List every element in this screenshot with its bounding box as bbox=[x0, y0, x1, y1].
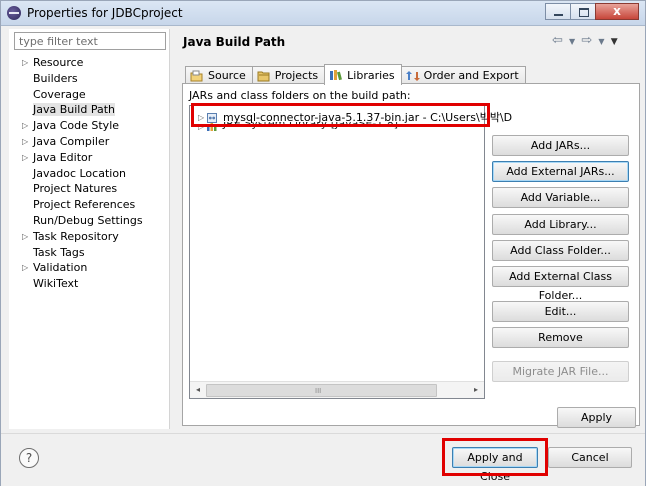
tree-item-label: Validation bbox=[33, 261, 88, 275]
tree-item-label: Java Build Path bbox=[33, 103, 116, 117]
property-page: Java Build Path ⇦ ▼ ⇨ ▼ ▼ Source Project… bbox=[177, 29, 645, 433]
horizontal-scrollbar[interactable]: ◂ III ▸ bbox=[190, 381, 484, 398]
cancel-button[interactable]: Cancel bbox=[548, 447, 632, 468]
minimize-button[interactable] bbox=[545, 3, 571, 20]
add-external-class-folder-button[interactable]: Add External Class Folder... bbox=[492, 266, 629, 302]
category-panel: ▷ Resource Builders Coverage Java Build Path… bbox=[9, 29, 170, 429]
scrollbar-thumb[interactable]: III bbox=[206, 384, 437, 397]
tree-item[interactable]: ▷ Java Compiler bbox=[9, 134, 169, 150]
order-export-icon bbox=[405, 70, 420, 82]
scroll-grip-icon: III bbox=[315, 387, 322, 395]
tree-item[interactable]: Javadoc Location bbox=[9, 166, 169, 182]
libraries-panel: JARs and class folders on the build path… bbox=[182, 83, 640, 426]
tree-item[interactable]: Java Build Path bbox=[9, 102, 169, 118]
tree-item[interactable]: Run/Debug Settings bbox=[9, 213, 169, 229]
build-path-tabs: Source Projects Libraries Order and Expo… bbox=[185, 64, 526, 85]
filter-input[interactable] bbox=[14, 32, 166, 50]
tab-projects-label: Projects bbox=[274, 69, 319, 82]
libraries-icon bbox=[329, 69, 343, 81]
tree-item-label: Run/Debug Settings bbox=[33, 213, 143, 227]
add-variable-button[interactable]: Add Variable... bbox=[492, 187, 629, 208]
apply-button[interactable]: Apply bbox=[557, 407, 636, 428]
tree-item[interactable]: ▷ Java Editor bbox=[9, 150, 169, 166]
tree-item[interactable]: ▷ Task Repository bbox=[9, 229, 169, 245]
expand-arrow-icon[interactable]: ▷ bbox=[198, 122, 207, 131]
dialog-footer: ? Apply and Close Cancel bbox=[1, 433, 645, 486]
view-menu-icon[interactable]: ▼ bbox=[611, 37, 619, 47]
projects-icon bbox=[257, 70, 271, 82]
scroll-right-icon[interactable]: ▸ bbox=[469, 383, 483, 397]
tree-item-label: Task Tags bbox=[33, 245, 85, 259]
tab-projects[interactable]: Projects bbox=[251, 66, 326, 84]
tab-source[interactable]: Source bbox=[185, 66, 253, 84]
tree-item-label: Project References bbox=[33, 198, 136, 212]
eclipse-icon bbox=[7, 6, 21, 20]
tree-item-label: Java Compiler bbox=[33, 134, 110, 148]
forward-arrow-icon[interactable]: ⇨ bbox=[581, 33, 593, 48]
tree-item[interactable]: Project Natures bbox=[9, 181, 169, 197]
close-icon: x bbox=[613, 4, 621, 18]
tree-item[interactable]: ▷ Java Code Style bbox=[9, 118, 169, 134]
back-menu-icon[interactable]: ▼ bbox=[569, 37, 576, 46]
tree-item[interactable]: Task Tags bbox=[9, 245, 169, 261]
tree-item[interactable]: Project References bbox=[9, 197, 169, 213]
add-class-folder-button[interactable]: Add Class Folder... bbox=[492, 240, 629, 261]
tree-item-label: WikiText bbox=[33, 277, 79, 291]
expand-arrow-icon[interactable]: ▷ bbox=[22, 260, 28, 276]
tree-item-label: Task Repository bbox=[33, 229, 119, 243]
tree-item[interactable]: Coverage bbox=[9, 87, 169, 103]
tree-item-label: Java Editor bbox=[33, 150, 93, 164]
add-external-jars-button[interactable]: Add External JARs... bbox=[492, 161, 629, 182]
maximize-button[interactable] bbox=[570, 3, 596, 20]
expand-arrow-icon[interactable]: ▷ bbox=[22, 150, 28, 166]
tree-item-label: Coverage bbox=[33, 87, 86, 101]
source-folder-icon bbox=[190, 70, 204, 82]
edit-button[interactable]: Edit... bbox=[492, 301, 629, 322]
properties-dialog: Properties for JDBCproject x ▷ Resource Bu… bbox=[0, 0, 646, 486]
tree-item-label: Builders bbox=[33, 71, 78, 85]
category-tree: ▷ Resource Builders Coverage Java Build Path… bbox=[9, 55, 169, 292]
help-icon[interactable]: ? bbox=[19, 448, 39, 468]
tree-item[interactable]: WikiText bbox=[9, 276, 169, 292]
libraries-heading: JARs and class folders on the build path… bbox=[189, 89, 411, 102]
tab-order-export[interactable]: Order and Export bbox=[400, 66, 526, 84]
library-entry-jre[interactable]: ▷ JRE System Library [JavaSE-1.8] bbox=[190, 122, 398, 131]
library-entry-label: JRE System Library [JavaSE-1.8] bbox=[223, 122, 399, 130]
tree-item[interactable]: Builders bbox=[9, 71, 169, 87]
tab-source-label: Source bbox=[208, 69, 246, 82]
tab-libraries[interactable]: Libraries bbox=[324, 64, 402, 85]
page-title: Java Build Path bbox=[183, 35, 286, 49]
expand-arrow-icon[interactable]: ▷ bbox=[22, 229, 28, 245]
expand-arrow-icon[interactable]: ▷ bbox=[22, 134, 28, 150]
tree-item-label: Resource bbox=[33, 56, 84, 69]
title-bar[interactable]: Properties for JDBCproject x bbox=[1, 1, 645, 26]
tree-item-label: Project Natures bbox=[33, 182, 118, 196]
back-arrow-icon[interactable]: ⇦ bbox=[552, 33, 564, 48]
expand-arrow-icon[interactable]: ▷ bbox=[22, 118, 28, 134]
forward-menu-icon[interactable]: ▼ bbox=[598, 37, 605, 46]
add-jars-button[interactable]: Add JARs... bbox=[492, 135, 629, 156]
expand-arrow-icon[interactable]: ▷ bbox=[22, 55, 28, 71]
window-controls: x bbox=[545, 3, 639, 20]
add-library-button[interactable]: Add Library... bbox=[492, 214, 629, 235]
library-icon bbox=[207, 122, 217, 131]
remove-button[interactable]: Remove bbox=[492, 327, 629, 348]
tree-item-label: Javadoc Location bbox=[33, 166, 127, 180]
tree-item[interactable]: ▷ Resource bbox=[9, 55, 169, 71]
migrate-jar-button[interactable]: Migrate JAR File... bbox=[492, 361, 629, 382]
tab-order-export-label: Order and Export bbox=[423, 69, 519, 82]
tab-libraries-label: Libraries bbox=[347, 68, 395, 82]
scroll-left-icon[interactable]: ◂ bbox=[191, 383, 205, 397]
window-title: Properties for JDBCproject bbox=[27, 6, 183, 20]
library-list[interactable]: ▷ mysql-connector-java-5.1.37-bin.jar - … bbox=[189, 105, 512, 399]
tree-item[interactable]: ▷ Validation bbox=[9, 260, 169, 276]
tree-item-label: Java Code Style bbox=[33, 119, 120, 133]
close-button[interactable]: x bbox=[595, 3, 639, 20]
page-navigation: ⇦ ▼ ⇨ ▼ ▼ bbox=[552, 33, 619, 48]
apply-and-close-button[interactable]: Apply and Close bbox=[452, 447, 538, 483]
